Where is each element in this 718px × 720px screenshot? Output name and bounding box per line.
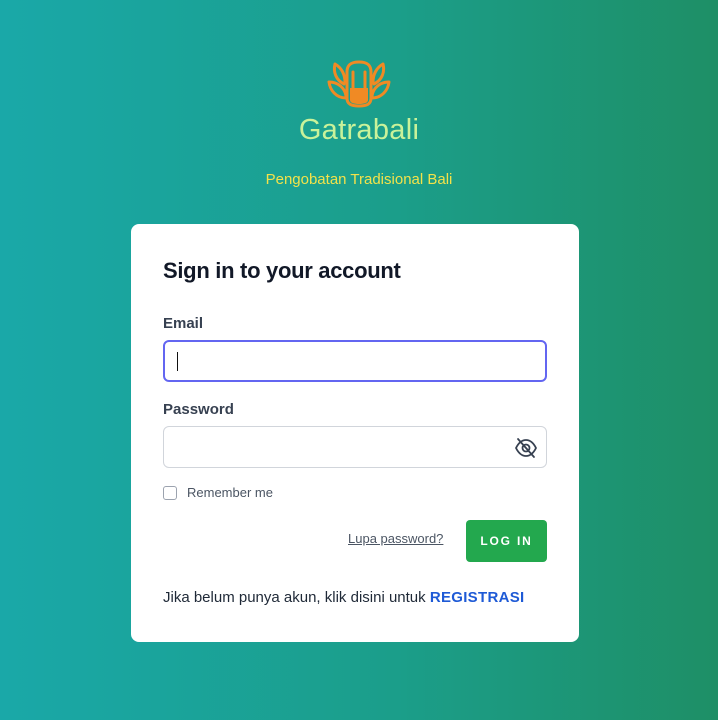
- email-label: Email: [163, 315, 204, 332]
- forgot-password-link[interactable]: Lupa password?: [348, 531, 443, 546]
- register-prompt: Jika belum punya akun, klik disini untuk…: [163, 589, 525, 606]
- remember-label[interactable]: Remember me: [187, 485, 273, 500]
- password-field[interactable]: [163, 426, 547, 468]
- eye-off-icon[interactable]: [514, 437, 538, 459]
- register-link[interactable]: REGISTRASI: [430, 589, 525, 606]
- email-field[interactable]: [163, 340, 547, 382]
- login-button[interactable]: LOG IN: [466, 520, 547, 562]
- text-caret: [177, 352, 178, 371]
- remember-me[interactable]: Remember me: [163, 485, 273, 500]
- brand-name: Gatrabali: [298, 114, 420, 146]
- login-card: Sign in to your account Email Password R…: [131, 224, 579, 642]
- brand-header: Gatrabali: [0, 58, 718, 147]
- leaf-jar-icon: [327, 60, 391, 108]
- password-label: Password: [163, 401, 234, 418]
- login-title: Sign in to your account: [163, 258, 401, 283]
- register-prompt-text: Jika belum punya akun, klik disini untuk: [163, 589, 426, 606]
- remember-checkbox[interactable]: [163, 485, 177, 500]
- brand-tagline: Pengobatan Tradisional Bali: [265, 171, 453, 188]
